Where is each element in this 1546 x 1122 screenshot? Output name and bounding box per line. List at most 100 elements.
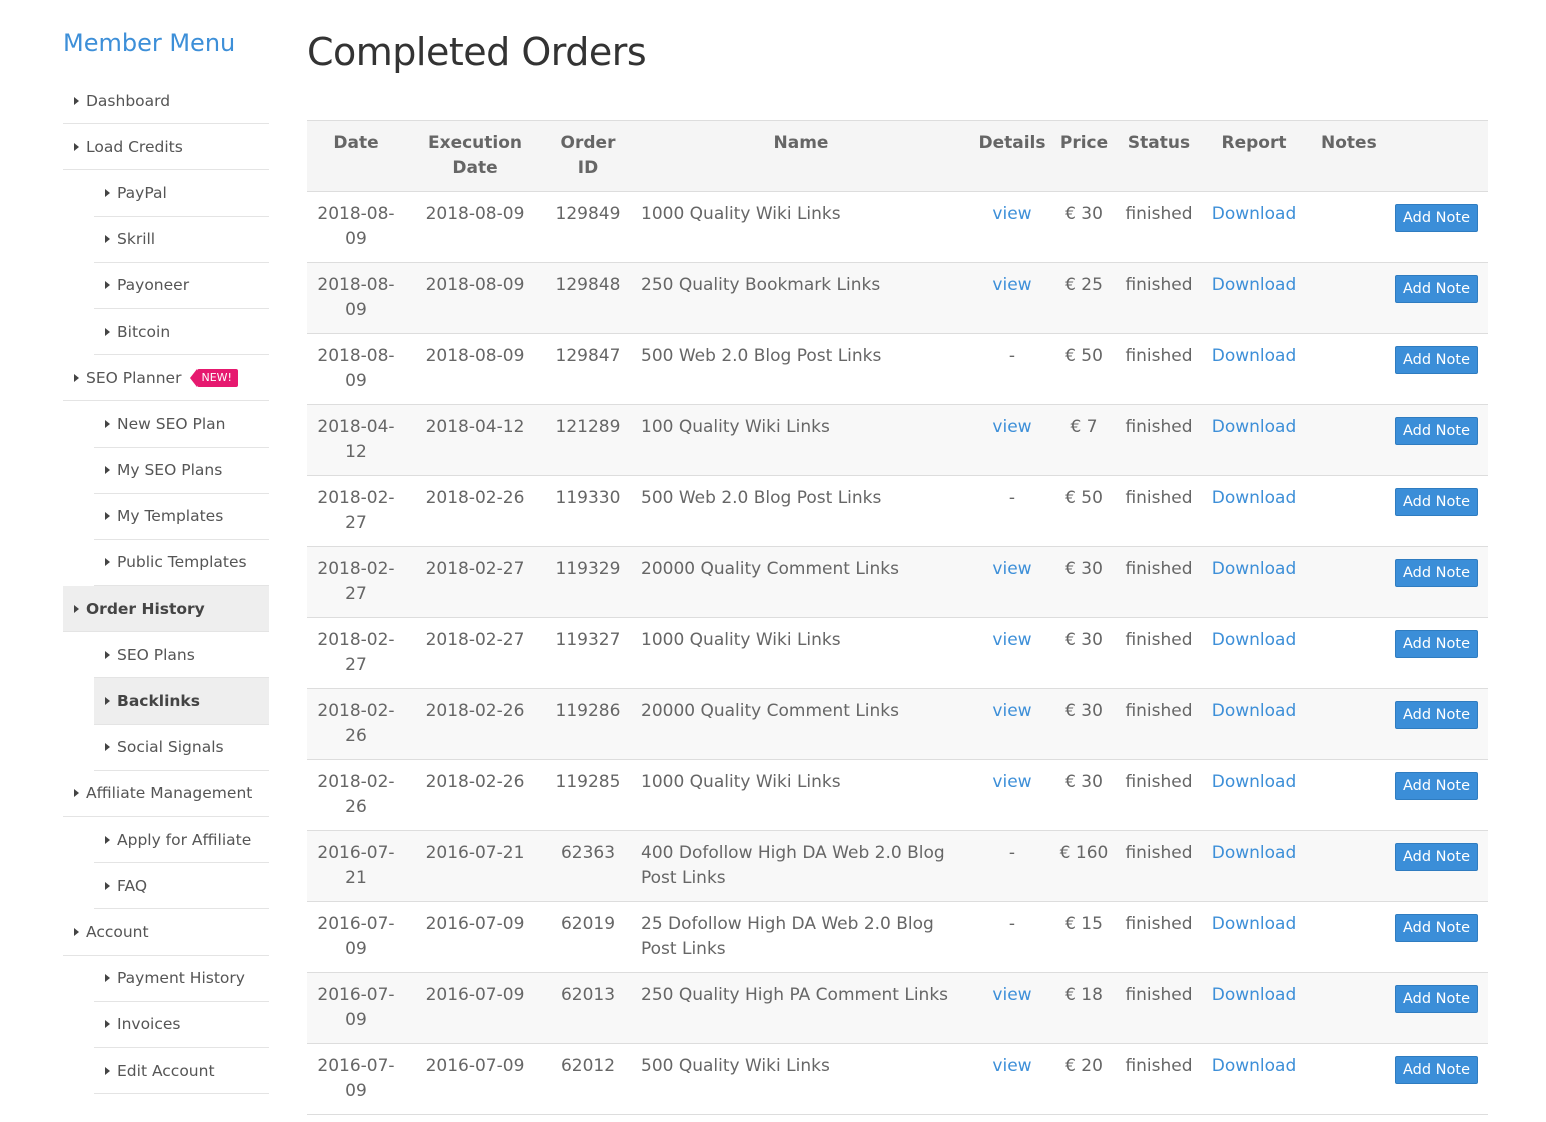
download-report-link[interactable]: Download bbox=[1212, 346, 1297, 366]
sidebar-item-public-templates[interactable]: Public Templates bbox=[94, 540, 269, 587]
cell-execution-date: 2016-07-21 bbox=[405, 831, 545, 902]
add-note-button[interactable]: Add Note bbox=[1394, 772, 1478, 800]
view-details-link[interactable]: view bbox=[992, 985, 1031, 1005]
cell-name-text: 25 Dofollow High DA Web 2.0 Blog Post Li… bbox=[641, 914, 934, 959]
cell-status-text: finished bbox=[1125, 914, 1193, 934]
add-note-button[interactable]: Add Note bbox=[1394, 630, 1478, 658]
add-note-button[interactable]: Add Note bbox=[1394, 1056, 1478, 1084]
download-report-link[interactable]: Download bbox=[1212, 204, 1297, 224]
sidebar-item-new-seo-plan[interactable]: New SEO Plan bbox=[94, 401, 269, 448]
cell-name-text: 100 Quality Wiki Links bbox=[641, 417, 830, 437]
sidebar-item-paypal[interactable]: PayPal bbox=[94, 170, 269, 217]
cell-report: Download bbox=[1203, 618, 1305, 689]
sidebar-item-affiliate-management[interactable]: Affiliate Management bbox=[63, 771, 269, 817]
cell-execution-date-text: 2016-07-21 bbox=[425, 843, 525, 863]
view-details-link[interactable]: view bbox=[992, 204, 1031, 224]
caret-right-icon bbox=[105, 835, 110, 844]
sidebar-item-edit-account[interactable]: Edit Account bbox=[94, 1048, 269, 1095]
sidebar-item-social-signals[interactable]: Social Signals bbox=[94, 725, 269, 771]
table-row: 2018-02-26 2018-02-26 119285 1000 Quality W… bbox=[307, 760, 1488, 831]
cell-price-text: € 30 bbox=[1065, 701, 1103, 721]
cell-price: € 30 bbox=[1053, 192, 1115, 263]
column-header-execution-date[interactable]: Execution Date bbox=[405, 120, 545, 192]
column-header-price[interactable]: Price bbox=[1053, 120, 1115, 192]
download-report-link[interactable]: Download bbox=[1212, 985, 1297, 1005]
cell-report: Download bbox=[1203, 263, 1305, 334]
add-note-button[interactable]: Add Note bbox=[1394, 914, 1478, 942]
sidebar-item-apply-for-affiliate[interactable]: Apply for Affiliate bbox=[94, 817, 269, 864]
sidebar-item-invoices[interactable]: Invoices bbox=[94, 1002, 269, 1048]
sidebar-item-faq[interactable]: FAQ bbox=[94, 863, 269, 910]
sidebar-item-label: Apply for Affiliate bbox=[117, 830, 252, 849]
view-details-link[interactable]: view bbox=[992, 559, 1031, 579]
cell-price: € 30 bbox=[1053, 760, 1115, 831]
add-note-button[interactable]: Add Note bbox=[1394, 985, 1478, 1013]
download-report-link[interactable]: Download bbox=[1212, 1056, 1297, 1076]
add-note-button[interactable]: Add Note bbox=[1394, 417, 1478, 445]
download-report-link[interactable]: Download bbox=[1212, 275, 1297, 295]
member-menu-title: Member Menu bbox=[63, 29, 236, 57]
caret-right-icon bbox=[105, 881, 110, 890]
add-note-button[interactable]: Add Note bbox=[1394, 843, 1478, 871]
add-note-button[interactable]: Add Note bbox=[1394, 275, 1478, 303]
download-report-link[interactable]: Download bbox=[1212, 843, 1297, 863]
cell-status: finished bbox=[1115, 334, 1203, 405]
cell-execution-date: 2018-04-12 bbox=[405, 405, 545, 476]
cell-name-text: 20000 Quality Comment Links bbox=[641, 701, 899, 721]
cell-date-text: 2016-07-21 bbox=[317, 843, 395, 888]
cell-execution-date: 2016-07-09 bbox=[405, 973, 545, 1044]
add-note-button[interactable]: Add Note bbox=[1394, 346, 1478, 374]
sidebar-item-seo-planner[interactable]: SEO Planner NEW! bbox=[63, 355, 269, 402]
download-report-link[interactable]: Download bbox=[1212, 488, 1297, 508]
sidebar-item-payment-history[interactable]: Payment History bbox=[94, 956, 269, 1002]
sidebar-item-payoneer[interactable]: Payoneer bbox=[94, 263, 269, 309]
download-report-link[interactable]: Download bbox=[1212, 559, 1297, 579]
cell-report: Download bbox=[1203, 973, 1305, 1044]
cell-order-id: 62012 bbox=[545, 1044, 631, 1115]
add-note-button[interactable]: Add Note bbox=[1394, 488, 1478, 516]
view-details-link[interactable]: view bbox=[992, 630, 1031, 650]
cell-notes: Add Note bbox=[1305, 547, 1488, 618]
cell-date-text: 2018-04-12 bbox=[317, 417, 395, 462]
view-details-link[interactable]: view bbox=[992, 275, 1031, 295]
sidebar-item-my-seo-plans[interactable]: My SEO Plans bbox=[94, 448, 269, 494]
download-report-link[interactable]: Download bbox=[1212, 772, 1297, 792]
download-report-link[interactable]: Download bbox=[1212, 701, 1297, 721]
cell-status: finished bbox=[1115, 831, 1203, 902]
sidebar-item-dashboard[interactable]: Dashboard bbox=[63, 78, 269, 125]
download-report-link[interactable]: Download bbox=[1212, 417, 1297, 437]
column-header-order-id[interactable]: Order ID bbox=[545, 120, 631, 192]
column-header-status[interactable]: Status bbox=[1115, 120, 1203, 192]
cell-execution-date-text: 2018-02-27 bbox=[425, 559, 525, 579]
view-details-link[interactable]: view bbox=[992, 1056, 1031, 1076]
column-header-name[interactable]: Name bbox=[631, 120, 971, 192]
add-note-button[interactable]: Add Note bbox=[1394, 701, 1478, 729]
sidebar-item-skrill[interactable]: Skrill bbox=[94, 217, 269, 263]
member-menu: Dashboard Load Credits PayPal Skrill Payonee… bbox=[63, 78, 269, 1095]
view-details-link[interactable]: view bbox=[992, 701, 1031, 721]
sidebar-item-load-credits[interactable]: Load Credits bbox=[63, 124, 269, 171]
cell-notes: Add Note bbox=[1305, 405, 1488, 476]
caret-right-icon bbox=[105, 650, 110, 659]
sidebar-item-label: FAQ bbox=[117, 876, 148, 895]
add-note-button[interactable]: Add Note bbox=[1394, 204, 1478, 232]
sidebar-item-order-history[interactable]: Order History bbox=[63, 586, 269, 633]
add-note-button[interactable]: Add Note bbox=[1394, 559, 1478, 587]
sidebar-item-account[interactable]: Account bbox=[63, 909, 269, 956]
view-details-link[interactable]: view bbox=[992, 417, 1031, 437]
sidebar-item-backlinks[interactable]: Backlinks bbox=[94, 678, 269, 725]
sidebar-item-seo-plans[interactable]: SEO Plans bbox=[94, 632, 269, 679]
cell-report: Download bbox=[1203, 831, 1305, 902]
cell-notes: Add Note bbox=[1305, 902, 1488, 973]
sidebar-item-bitcoin[interactable]: Bitcoin bbox=[94, 309, 269, 356]
cell-status-text: finished bbox=[1125, 985, 1193, 1005]
sidebar-item-label: Edit Account bbox=[117, 1061, 215, 1080]
view-details-link[interactable]: view bbox=[992, 772, 1031, 792]
download-report-link[interactable]: Download bbox=[1212, 914, 1297, 934]
sidebar-item-my-templates[interactable]: My Templates bbox=[94, 494, 269, 540]
column-header-date[interactable]: Date bbox=[307, 120, 405, 192]
download-report-link[interactable]: Download bbox=[1212, 630, 1297, 650]
sidebar-item-label: Payoneer bbox=[117, 276, 190, 295]
cell-details: view bbox=[971, 689, 1053, 760]
cell-status-text: finished bbox=[1125, 1056, 1193, 1076]
